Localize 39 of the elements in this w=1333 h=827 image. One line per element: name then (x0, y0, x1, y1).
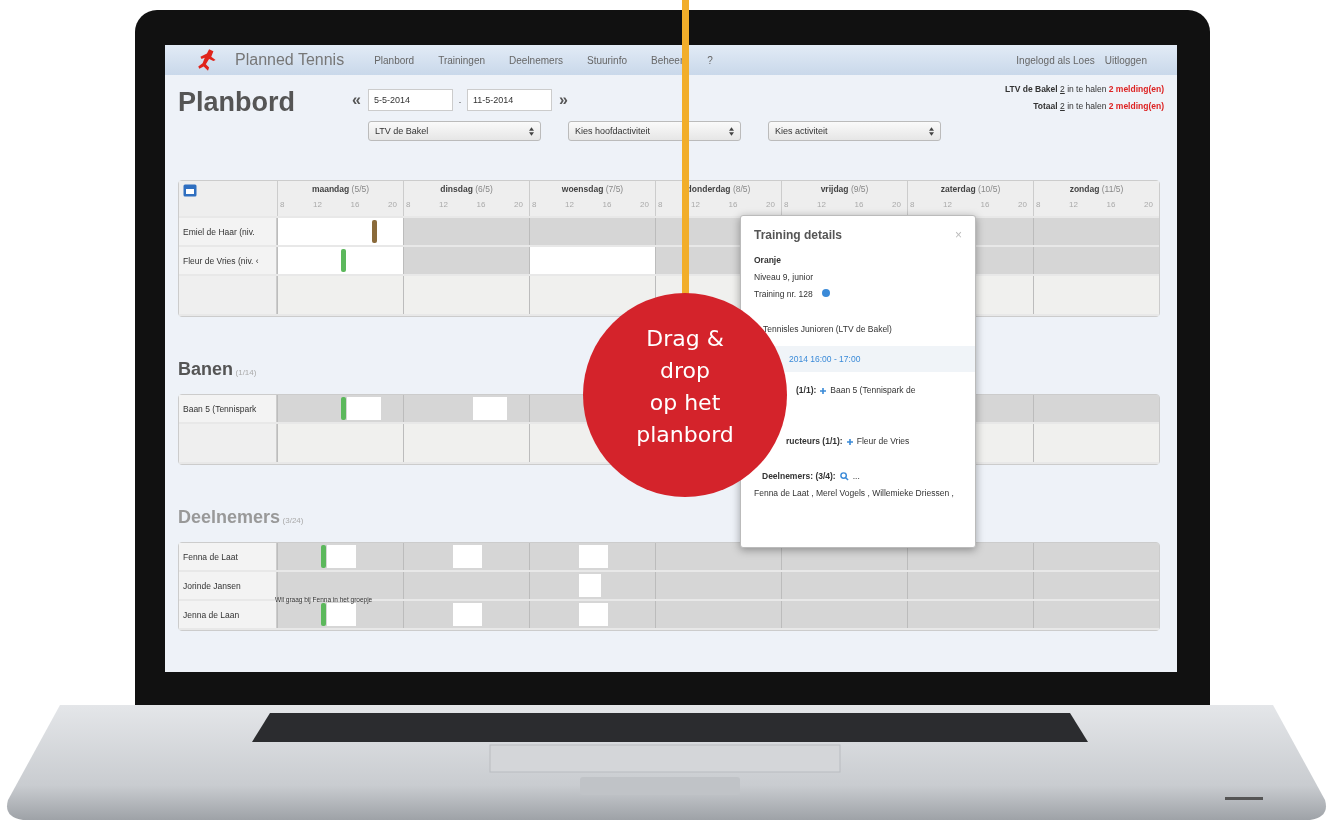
training-name: Oranje (754, 254, 782, 267)
hour-tick: 12 (817, 200, 826, 209)
callout-text: op het (649, 389, 721, 417)
training-number: Training nr. 128 (754, 289, 813, 299)
hour-tick: 12 (565, 200, 574, 209)
hour-tick: 16 (602, 200, 612, 209)
brand-name: Planned Tennis (235, 51, 345, 69)
callout-text: drop (660, 357, 710, 385)
hour-tick: 12 (943, 200, 952, 209)
hour-tick: 12 (313, 200, 322, 209)
popup-label: (1/1): (796, 384, 817, 397)
hour-tick: 16 (476, 200, 486, 209)
section-count: (1/14) (235, 368, 257, 377)
popup-label: ructeurs (1/1): (786, 435, 843, 448)
page-title: Planbord (178, 87, 296, 119)
hour-tick: 12 (691, 200, 700, 209)
callout-text: Drag & (646, 325, 724, 353)
hour-tick: 12 (439, 200, 448, 209)
hour-tick: 16 (350, 200, 360, 209)
section-count: (3/24) (282, 516, 304, 525)
callout-text: planbord (636, 421, 734, 449)
logged-in-user: Ingelogd als Loes (1016, 54, 1095, 66)
summary-line: LTV de Bakel 2 in te halen 2 melding(en) (1004, 83, 1164, 96)
hour-tick: 16 (980, 200, 990, 209)
hour-tick: 16 (1106, 200, 1116, 209)
section-title: Deelnemers (178, 507, 281, 527)
hour-tick: 12 (1069, 200, 1078, 209)
summary-line: Totaal 2 in te halen 2 melding(en) (1032, 100, 1164, 113)
section-title: Banen (178, 359, 233, 379)
date-separator: . (457, 95, 463, 105)
popup-value: Baan 5 (Tennispark de (830, 384, 916, 397)
popup-text: Tennisles Junioren (LTV de Bakel) (762, 323, 893, 336)
hour-tick: 16 (854, 200, 864, 209)
popup-text: Niveau 9, junior (754, 271, 815, 284)
popup-title: Training details (754, 228, 843, 242)
popup-label: Deelnemers: (3/4): (762, 470, 836, 483)
hour-tick: 16 (728, 200, 738, 209)
participant-list: Fenna de Laat , Merel Vogels , Willemieke Driessen , (754, 485, 964, 502)
popup-value: Fleur de Vries (856, 435, 910, 448)
